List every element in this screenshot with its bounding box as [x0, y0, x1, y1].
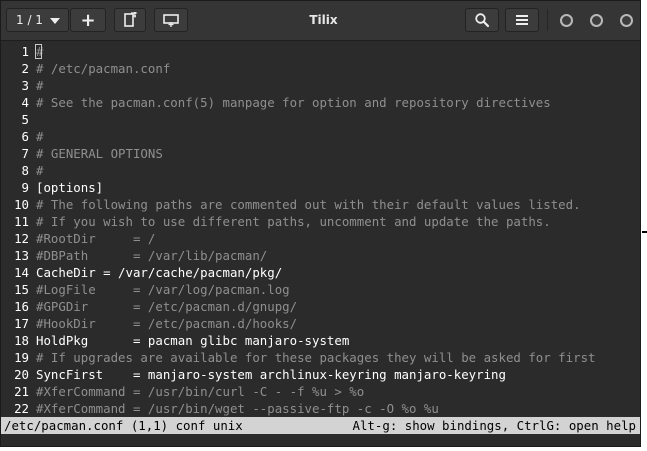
line-number: 7	[21, 146, 29, 161]
editor-line: 1 #	[1, 43, 640, 60]
chevron-down-icon	[50, 18, 60, 24]
split-right-button[interactable]	[114, 8, 146, 32]
status-file-info: /etc/pacman.conf (1,1) conf unix	[4, 418, 243, 433]
session-switcher-button[interactable]: 1 / 1	[6, 8, 69, 32]
hamburger-menu-icon	[516, 15, 528, 25]
terminal-window: 1 / 1 + Tilix 1 # 2 # /etc/pacman.conf 3…	[0, 0, 641, 447]
header-separator	[547, 9, 548, 31]
status-bar: /etc/pacman.conf (1,1) conf unix Alt-g: …	[1, 417, 640, 434]
split-right-icon	[124, 12, 138, 27]
line-text: HoldPkg = pacman glibc manjaro-system	[36, 333, 350, 348]
line-number: 22	[14, 401, 29, 416]
add-session-button[interactable]: +	[70, 8, 106, 32]
line-number: 6	[21, 129, 29, 144]
editor-line: 13 #DBPath = /var/lib/pacman/	[1, 247, 640, 264]
line-text: #RootDir = /	[36, 231, 156, 246]
split-down-icon	[163, 14, 179, 27]
editor-line: 9 [options]	[1, 179, 640, 196]
line-number: 14	[14, 265, 29, 280]
session-label: 1 / 1	[16, 13, 43, 27]
menu-button[interactable]	[505, 8, 539, 32]
editor-line: 12 #RootDir = /	[1, 230, 640, 247]
line-text: # If you wish to use different paths, un…	[36, 214, 551, 229]
search-button[interactable]	[465, 8, 499, 32]
line-number: 16	[14, 299, 29, 314]
editor-line: 11 # If you wish to use different paths, …	[1, 213, 640, 230]
line-text: SyncFirst = manjaro-system archlinux-key…	[36, 367, 506, 382]
minimize-button[interactable]	[560, 14, 573, 27]
line-number: 13	[14, 248, 29, 263]
editor-line: 3 #	[1, 77, 640, 94]
editor-line: 4 # See the pacman.conf(5) manpage for op…	[1, 94, 640, 111]
editor-line: 10 # The following paths are commented ou…	[1, 196, 640, 213]
line-text: CacheDir = /var/cache/pacman/pkg/	[36, 265, 283, 280]
editor-line: 20 SyncFirst = manjaro-system archlinux-k…	[1, 366, 640, 383]
line-text: #DBPath = /var/lib/pacman/	[36, 248, 268, 263]
line-text: # If upgrades are available for these pa…	[36, 350, 596, 365]
line-text: #	[36, 163, 44, 178]
window-title: Tilix	[309, 13, 338, 27]
editor-line: 17 #HookDir = /etc/pacman.d/hooks/	[1, 315, 640, 332]
editor-area[interactable]: 1 #2 # /etc/pacman.conf 3 #4 # See the pacman…	[1, 41, 640, 420]
line-number: 12	[14, 231, 29, 246]
header-bar: 1 / 1 + Tilix	[1, 1, 640, 41]
line-number: 20	[14, 367, 29, 382]
line-number: 15	[14, 282, 29, 297]
line-text: #	[36, 78, 44, 93]
split-down-button[interactable]	[154, 8, 188, 32]
line-text: # /etc/pacman.conf	[36, 61, 171, 76]
maximize-button[interactable]	[590, 14, 603, 27]
editor-line: 6 #	[1, 128, 640, 145]
line-text: #LogFile = /var/log/pacman.log	[36, 282, 290, 297]
line-number: 10	[14, 197, 29, 212]
editor-line: 18 HoldPkg = pacman glibc manjaro-system	[1, 332, 640, 349]
plus-icon: +	[80, 9, 96, 31]
editor-line: 14 CacheDir = /var/cache/pacman/pkg/	[1, 264, 640, 281]
line-number: 11	[14, 214, 29, 229]
editor-line: 16 #GPGDir = /etc/pacman.d/gnupg/	[1, 298, 640, 315]
text-cursor	[35, 44, 42, 59]
line-text: #XferCommand = /usr/bin/wget --passive-f…	[36, 401, 439, 416]
editor-line: 2 # /etc/pacman.conf	[1, 60, 640, 77]
editor-line: 7 # GENERAL OPTIONS	[1, 145, 640, 162]
line-text: #HookDir = /etc/pacman.d/hooks/	[36, 316, 298, 331]
line-text: #XferCommand = /usr/bin/curl -C - -f %u …	[36, 384, 365, 399]
line-number: 18	[14, 333, 29, 348]
status-help-hint: Alt-g: show bindings, CtrlG: open help	[352, 418, 636, 433]
desktop-edge-mark	[642, 231, 647, 233]
search-icon	[475, 13, 490, 28]
editor-line: 21 #XferCommand = /usr/bin/curl -C - -f %…	[1, 383, 640, 400]
line-number: 3	[21, 78, 29, 93]
close-button[interactable]	[620, 14, 633, 27]
line-number: 21	[14, 384, 29, 399]
editor-line: 19 # If upgrades are available for these …	[1, 349, 640, 366]
line-number: 19	[14, 350, 29, 365]
terminal-bottom-padding	[1, 434, 640, 446]
line-text: #	[36, 129, 44, 144]
line-number: 8	[21, 163, 29, 178]
editor-line: 5	[1, 111, 640, 128]
editor-line: 22 #XferCommand = /usr/bin/wget --passive…	[1, 400, 640, 417]
editor-line: 8 #	[1, 162, 640, 179]
line-number: 5	[21, 112, 29, 127]
line-number: 1	[21, 44, 29, 59]
line-text: #GPGDir = /etc/pacman.d/gnupg/	[36, 299, 298, 314]
line-text: [options]	[36, 180, 104, 195]
line-text: # GENERAL OPTIONS	[36, 146, 163, 161]
line-number: 2	[21, 61, 29, 76]
line-text: # The following paths are commented out …	[36, 197, 581, 212]
line-number: 4	[21, 95, 29, 110]
editor-line: 15 #LogFile = /var/log/pacman.log	[1, 281, 640, 298]
line-number: 9	[21, 180, 29, 195]
line-number: 17	[14, 316, 29, 331]
line-text: # See the pacman.conf(5) manpage for opt…	[36, 95, 551, 110]
